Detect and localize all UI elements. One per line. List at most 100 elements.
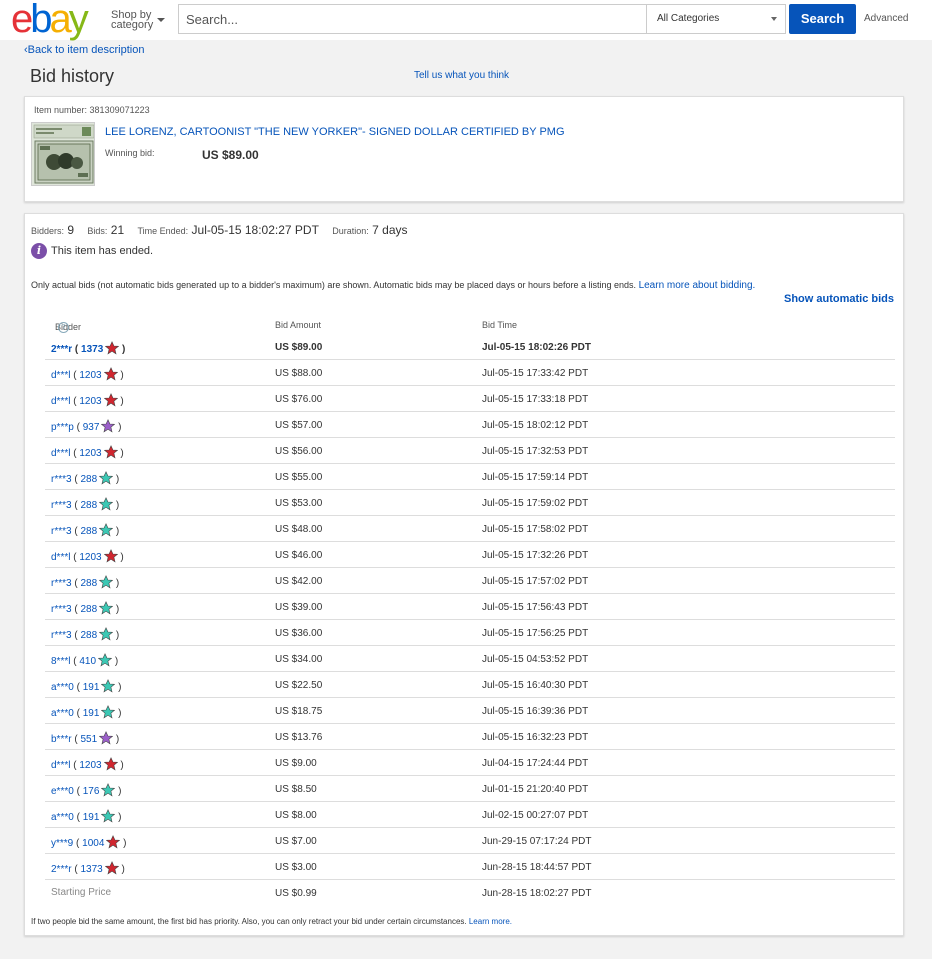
table-row: r***3 ( 288 ) US $42.00 Jul-05-15 17:57:02…	[45, 568, 895, 594]
feedback-star-icon	[99, 731, 114, 745]
table-row: d***l ( 1203 ) US $56.00 Jul-05-15 17:32:5…	[45, 438, 895, 464]
feedback-score-link[interactable]: 288	[80, 604, 97, 615]
feedback-score-link[interactable]: 1004	[82, 838, 104, 849]
bidder-cell: r***3 ( 288 )	[51, 601, 119, 615]
feedback-score-link[interactable]: 191	[83, 708, 100, 719]
back-link-label: Back to item description	[27, 44, 145, 56]
feedback-score-link[interactable]: 191	[83, 812, 100, 823]
bidder-link[interactable]: r***3	[51, 526, 72, 537]
feedback-score-link[interactable]: 1373	[80, 864, 102, 875]
bidder-link[interactable]: e***0	[51, 786, 74, 797]
feedback-star-icon	[99, 601, 114, 615]
item-number: Item number: 381309071223	[34, 105, 150, 115]
category-label: category	[111, 19, 154, 31]
shop-by-category-button[interactable]: Shop by category	[111, 10, 165, 31]
bidder-link[interactable]: a***0	[51, 682, 74, 693]
advanced-search-link[interactable]: Advanced	[864, 13, 908, 24]
bidder-cell: d***l ( 1203 )	[51, 393, 124, 407]
bidder-link[interactable]: 2***r	[51, 344, 72, 355]
bidder-cell: r***3 ( 288 )	[51, 497, 119, 511]
bidder-link[interactable]: d***l	[51, 552, 70, 563]
time-ended-value: Jul-05-15 18:02:27 PDT	[191, 223, 319, 237]
ebay-logo[interactable]: ebay	[11, 0, 89, 39]
bidder-link[interactable]: d***l	[51, 370, 70, 381]
table-row: d***l ( 1203 ) US $46.00 Jul-05-15 17:32:2…	[45, 542, 895, 568]
bid-history-panel: Bidders: 9 Bids: 21 Time Ended: Jul-05-1…	[24, 213, 904, 936]
footnote: If two people bid the same amount, the f…	[31, 917, 512, 926]
chevron-down-icon	[157, 18, 165, 22]
bidder-cell: a***0 ( 191 )	[51, 705, 122, 719]
bid-amount-cell: US $22.50	[275, 680, 323, 691]
bidder-link[interactable]: p***p	[51, 422, 74, 433]
amount-column-header: Bid Amount	[275, 320, 322, 330]
feedback-score-link[interactable]: 1203	[79, 552, 101, 563]
help-icon[interactable]: ?	[58, 322, 69, 333]
bidder-link[interactable]: a***0	[51, 812, 74, 823]
bid-time-cell: Jul-05-15 17:57:02 PDT	[482, 576, 589, 587]
feedback-star-icon	[103, 549, 118, 563]
feedback-star-icon	[104, 861, 119, 875]
banknote-image-icon	[32, 123, 94, 185]
feedback-score-link[interactable]: 1203	[79, 760, 101, 771]
feedback-score-link[interactable]: 288	[80, 474, 97, 485]
search-button[interactable]: Search	[789, 4, 856, 34]
learn-more-bidding-link[interactable]: Learn more about bidding.	[639, 280, 756, 291]
bid-amount-cell: US $55.00	[275, 472, 323, 483]
feedback-score-link[interactable]: 551	[80, 734, 97, 745]
bidder-link[interactable]: 8***l	[51, 656, 70, 667]
item-title-link[interactable]: LEE LORENZ, CARTOONIST "THE NEW YORKER"-…	[105, 126, 565, 138]
feedback-score-link[interactable]: 288	[80, 630, 97, 641]
item-thumbnail[interactable]	[31, 122, 95, 186]
bidder-cell: a***0 ( 191 )	[51, 679, 122, 693]
bidder-cell: d***l ( 1203 )	[51, 445, 124, 459]
bidder-link[interactable]: y***9	[51, 838, 73, 849]
table-row: d***l ( 1203 ) US $76.00 Jul-05-15 17:33:1…	[45, 386, 895, 412]
feedback-score-link[interactable]: 288	[80, 526, 97, 537]
category-select[interactable]: All Categories	[649, 5, 785, 33]
bidder-link[interactable]: r***3	[51, 474, 72, 485]
bid-amount-cell: US $56.00	[275, 446, 323, 457]
table-row: 2***r ( 1373 ) US $3.00 Jun-28-15 18:44:57…	[45, 854, 895, 880]
search-input[interactable]	[179, 5, 647, 33]
learn-more-retract-link[interactable]: Learn more.	[469, 917, 512, 926]
bidder-link[interactable]: a***0	[51, 708, 74, 719]
feedback-score-link[interactable]: 1203	[79, 370, 101, 381]
feedback-score-link[interactable]: 191	[83, 682, 100, 693]
bidder-link[interactable]: d***l	[51, 760, 70, 771]
bid-time-cell: Jul-05-15 17:32:26 PDT	[482, 550, 589, 561]
back-to-item-link[interactable]: ‹Back to item description	[24, 44, 144, 56]
automatic-bids-notice: Only actual bids (not automatic bids gen…	[31, 280, 755, 291]
bidder-cell: a***0 ( 191 )	[51, 809, 122, 823]
bidder-link[interactable]: r***3	[51, 604, 72, 615]
bid-time-cell: Jul-05-15 16:39:36 PDT	[482, 706, 589, 717]
bidder-link[interactable]: b***r	[51, 734, 72, 745]
bidder-link[interactable]: d***l	[51, 448, 70, 459]
bidder-link[interactable]: d***l	[51, 396, 70, 407]
feedback-star-icon	[99, 627, 114, 641]
bidder-link[interactable]: 2***r	[51, 864, 72, 875]
feedback-link[interactable]: Tell us what you think	[414, 70, 509, 81]
bid-time-cell: Jul-05-15 17:56:25 PDT	[482, 628, 589, 639]
bidder-link[interactable]: r***3	[51, 578, 72, 589]
feedback-score-link[interactable]: 937	[83, 422, 100, 433]
feedback-score-link[interactable]: 410	[79, 656, 96, 667]
feedback-star-icon	[99, 471, 114, 485]
bidder-cell: r***3 ( 288 )	[51, 575, 119, 589]
bidder-link[interactable]: r***3	[51, 500, 72, 511]
bidder-link[interactable]: r***3	[51, 630, 72, 641]
table-row: d***l ( 1203 ) US $88.00 Jul-05-15 17:33:4…	[45, 360, 895, 386]
feedback-score-link[interactable]: 1373	[81, 344, 103, 355]
feedback-star-icon	[103, 367, 118, 381]
bid-time-cell: Jul-05-15 17:32:53 PDT	[482, 446, 589, 457]
bid-amount-cell: US $57.00	[275, 420, 323, 431]
show-automatic-bids-link[interactable]: Show automatic bids	[784, 293, 894, 305]
bidder-cell: d***l ( 1203 )	[51, 549, 124, 563]
feedback-score-link[interactable]: 288	[80, 500, 97, 511]
feedback-score-link[interactable]: 1203	[79, 448, 101, 459]
bid-amount-cell: US $88.00	[275, 368, 323, 379]
bid-amount-cell: US $46.00	[275, 550, 323, 561]
feedback-score-link[interactable]: 1203	[79, 396, 101, 407]
feedback-score-link[interactable]: 176	[83, 786, 100, 797]
feedback-score-link[interactable]: 288	[80, 578, 97, 589]
ended-message: This item has ended.	[51, 245, 154, 257]
